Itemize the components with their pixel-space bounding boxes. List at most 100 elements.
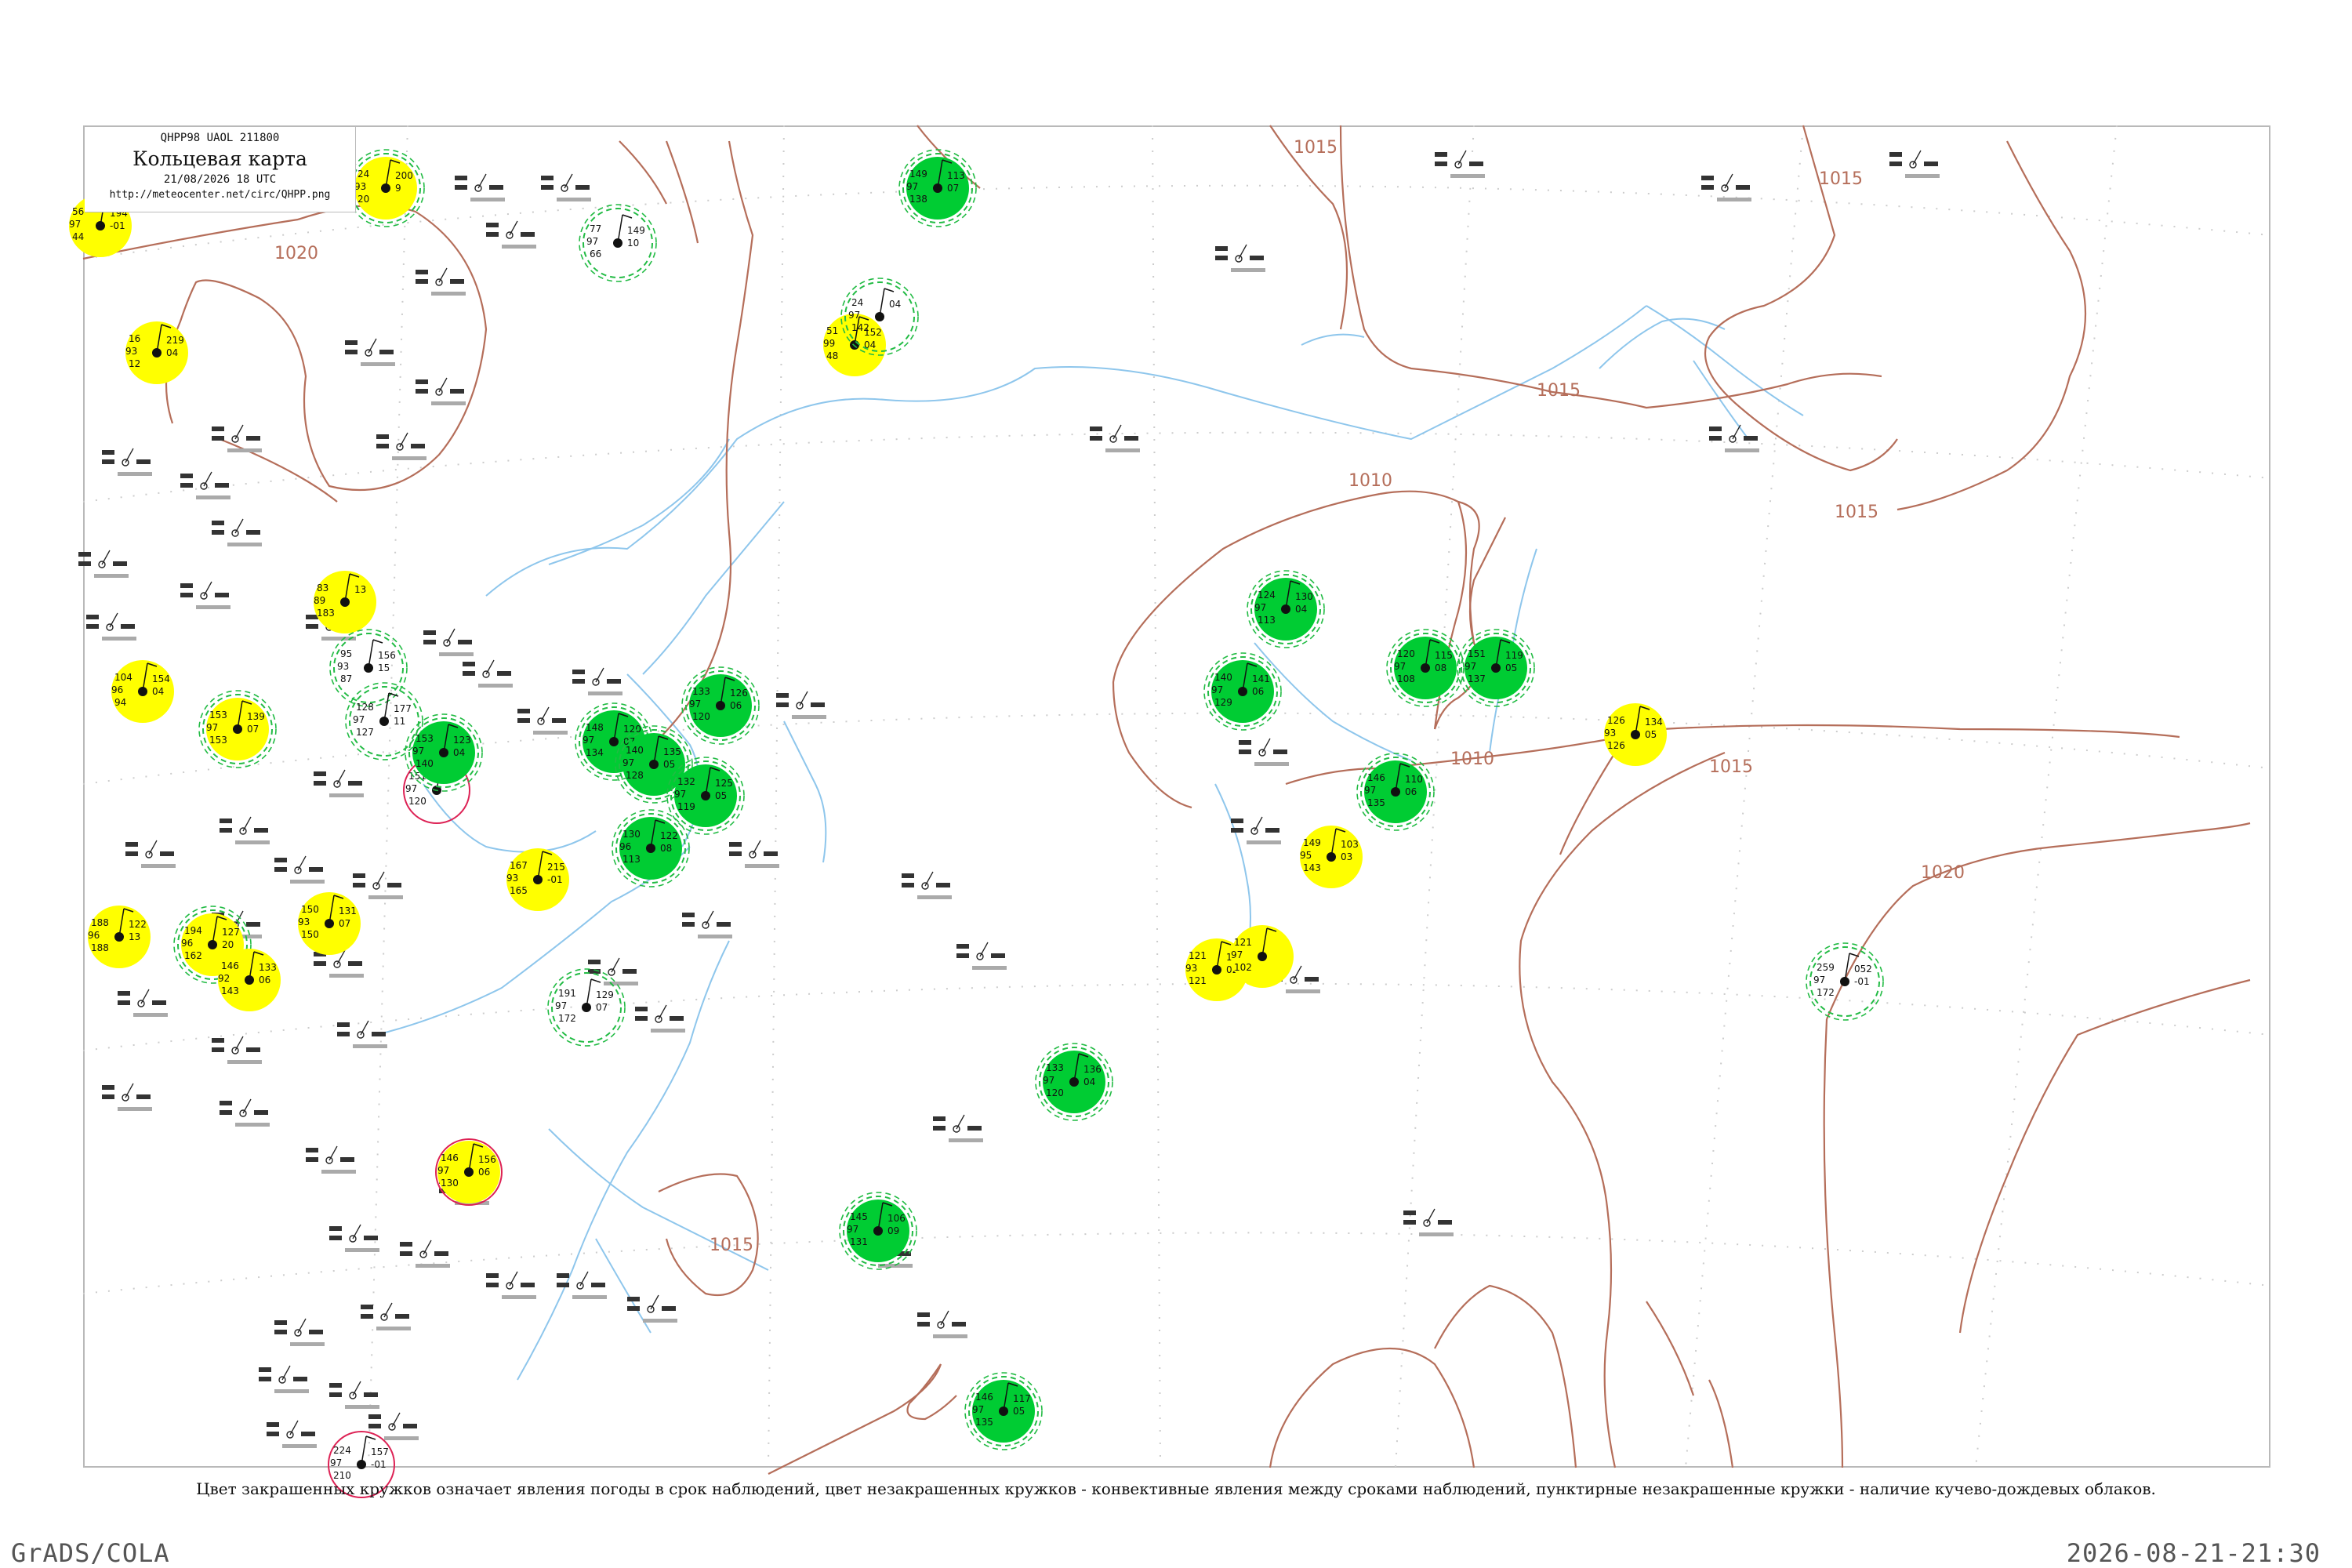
wind-barb [242,816,252,832]
isobar-label: 1015 [710,1236,753,1255]
station-value: 99 [823,338,835,349]
isobar-line [1896,140,2087,511]
wind-barb [509,1271,518,1287]
isobar-line [1823,1018,1844,1468]
station-value: 132 [677,776,695,787]
station-tendency-mark [450,279,464,284]
station-tendency-mark [1469,162,1483,166]
wind-barb [203,581,212,597]
station-name-mark [1231,268,1265,272]
station-temp-mark [212,1038,224,1043]
station-name-mark [1286,989,1320,993]
isobar-line [658,1173,759,1297]
station-value: 162 [184,950,202,961]
station-value: 97 [622,757,634,768]
station-pressure-mark [345,350,358,354]
station-value: 146 [1367,772,1385,783]
station-name-mark [384,1436,419,1440]
station-tendency-mark [1744,436,1758,441]
station-pressure-mark [1090,436,1102,441]
generation-timestamp: 2026-08-21-21:30 [2066,1538,2321,1568]
station-temp-mark [180,583,193,588]
station-tendency-mark [254,1110,268,1115]
station-value: 153 [209,710,227,720]
station-value: 120 [692,711,710,722]
station-pressure-mark [180,593,193,597]
wind-barb [352,1381,361,1396]
station-temp-mark [933,1116,946,1121]
station-value: 224 [333,1445,351,1456]
station-value: 06 [1405,786,1417,797]
station-value: -01 [1854,976,1870,987]
station-value: -01 [110,220,125,231]
isobar-line [1646,1301,1695,1396]
station-value: 172 [1817,987,1835,998]
station-value: 20 [358,194,369,205]
wind-barb [376,871,385,887]
station-value: 06 [478,1167,490,1178]
station-pressure-mark [274,867,287,872]
isobar-label: 1015 [1709,757,1753,777]
station-temp-mark [455,176,467,180]
wind-barb [234,1036,244,1051]
station-value: 07 [247,724,259,735]
station-value: 120 [408,796,426,807]
wind-barb [564,173,573,189]
station-name-mark [227,448,262,452]
station-tendency-mark [458,640,472,644]
station-value: 9 [395,183,401,194]
station-tendency-mark [552,718,566,723]
station-value: 131 [339,906,357,916]
station-tendency-mark [121,624,135,629]
station-tendency-mark [489,185,503,190]
station-value: 188 [91,942,109,953]
wind-barb [328,1145,338,1161]
river-line [548,438,730,565]
station-name-mark [439,652,474,656]
source-url: http://meteocenter.net/circ/QHPP.png [109,189,331,201]
station-tendency-mark [1305,977,1319,982]
station-value: 05 [715,790,727,801]
station-value: 153 [209,735,227,746]
station-tendency-mark [521,232,535,237]
station-value: 134 [1645,717,1663,728]
river-line [783,720,827,863]
station-pressure-mark [306,1157,318,1162]
wind-barb [297,855,307,871]
station-value: 48 [826,350,838,361]
station-value: 157 [371,1446,389,1457]
station-temp-mark [125,842,138,847]
wind-barb [234,424,244,440]
station-tendency-mark [246,922,260,927]
station-name-mark [196,495,230,499]
station-value: 119 [1505,650,1523,661]
station-value: 97 [586,236,598,247]
wind-barb [203,471,212,487]
station-pressure-mark [376,444,389,448]
station-value: 04 [889,299,901,310]
station-value: 121 [1234,937,1252,948]
station-value: 135 [663,746,681,757]
station-pressure-mark [729,851,742,856]
wind-barb [101,550,111,565]
station-tendency-mark [1250,256,1264,260]
station-tendency-mark [450,389,464,394]
station-value: 215 [547,862,565,873]
station-value: 95 [1300,850,1312,861]
station-value: 06 [259,975,270,985]
wind-barb-feather [622,214,633,219]
station-pressure-mark [933,1126,946,1131]
station-value: 93 [1185,963,1197,974]
station-value: 130 [441,1178,459,1189]
station-value: 120 [1046,1087,1064,1098]
station-pressure-mark [400,1251,412,1256]
station-name-mark [353,1044,387,1048]
graticule-line [368,125,408,1468]
bulletin-code: QHPP98 UAOL 211800 [160,132,280,144]
station-tendency-mark [1265,828,1279,833]
station-temp-mark [627,1297,640,1301]
station-value: 08 [660,843,672,854]
station-value: 06 [1252,686,1264,697]
station-value: 94 [114,697,126,708]
map-date: 21/08/2026 18 UTC [163,173,277,186]
